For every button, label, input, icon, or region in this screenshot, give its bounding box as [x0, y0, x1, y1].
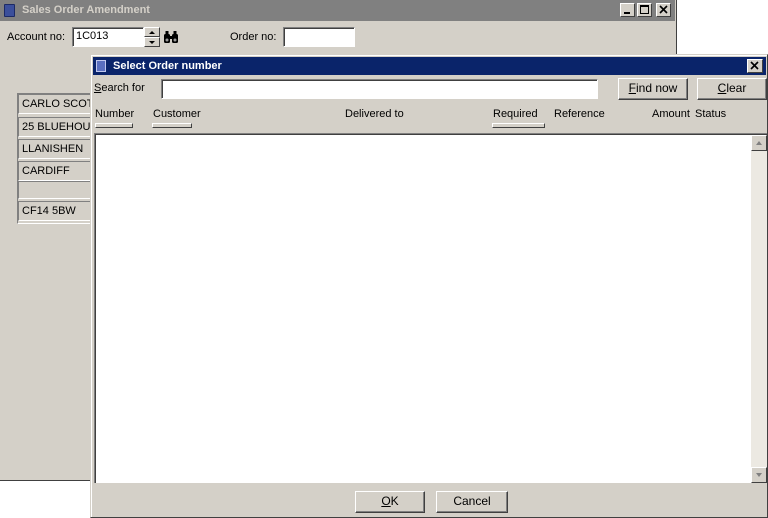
window-document-icon — [4, 4, 15, 17]
scroll-up-button[interactable] — [751, 135, 767, 151]
column-header-delivered-to[interactable]: Delivered to — [345, 108, 404, 120]
column-header-status[interactable]: Status — [695, 108, 726, 120]
search-input[interactable] — [161, 79, 598, 99]
column-header-customer[interactable]: Customer — [153, 108, 201, 120]
address-postcode: CF14 5BW — [18, 201, 96, 221]
address-line-2: 25 BLUEHOU — [18, 117, 96, 137]
search-for-label: Search for — [94, 82, 145, 94]
order-no-label: Order no: — [230, 31, 277, 43]
column-header-reference[interactable]: Reference — [554, 108, 605, 120]
vertical-scrollbar[interactable] — [751, 135, 767, 483]
sort-bar-required[interactable] — [492, 123, 545, 128]
maximize-icon — [640, 5, 649, 14]
maximize-button[interactable] — [637, 3, 652, 17]
order-results-list[interactable] — [94, 133, 767, 483]
cancel-button[interactable]: Cancel — [436, 491, 508, 513]
address-line-4: CARDIFF — [18, 161, 96, 181]
bg-window-title: Sales Order Amendment — [22, 4, 150, 16]
column-header-amount[interactable]: Amount — [652, 108, 690, 120]
ok-button[interactable]: OK — [355, 491, 425, 513]
address-line-3: LLANISHEN — [18, 139, 96, 159]
dialog-titlebar[interactable]: Select Order number — [93, 57, 766, 75]
spin-up-button[interactable] — [144, 27, 160, 37]
dialog-close-button[interactable] — [747, 59, 763, 73]
close-button[interactable] — [656, 3, 671, 17]
close-icon — [659, 5, 668, 14]
find-now-button[interactable]: Find now — [618, 78, 688, 100]
sort-bar-customer[interactable] — [152, 123, 192, 128]
minimize-button[interactable] — [620, 3, 635, 17]
scroll-down-button[interactable] — [751, 467, 767, 483]
select-order-dialog: Select Order number Search for Find now … — [90, 54, 768, 518]
binoculars-icon[interactable] — [163, 29, 179, 45]
account-no-field[interactable]: 1C013 — [72, 27, 144, 47]
minimize-icon — [624, 12, 630, 14]
clear-button[interactable]: Clear — [697, 78, 767, 100]
close-icon — [750, 61, 759, 70]
dialog-document-icon — [96, 60, 106, 72]
order-no-field[interactable] — [283, 27, 355, 47]
sort-bar-number[interactable] — [95, 123, 133, 128]
address-line-5 — [18, 181, 96, 199]
bg-titlebar[interactable]: Sales Order Amendment — [0, 0, 675, 21]
dialog-title: Select Order number — [113, 60, 222, 72]
spin-down-button[interactable] — [144, 37, 160, 47]
column-header-required[interactable]: Required — [493, 108, 538, 120]
account-spinner[interactable] — [144, 27, 160, 47]
column-header-number[interactable]: Number — [95, 108, 134, 120]
address-line-1: CARLO SCOT — [18, 94, 96, 114]
account-no-label: Account no: — [7, 31, 66, 43]
